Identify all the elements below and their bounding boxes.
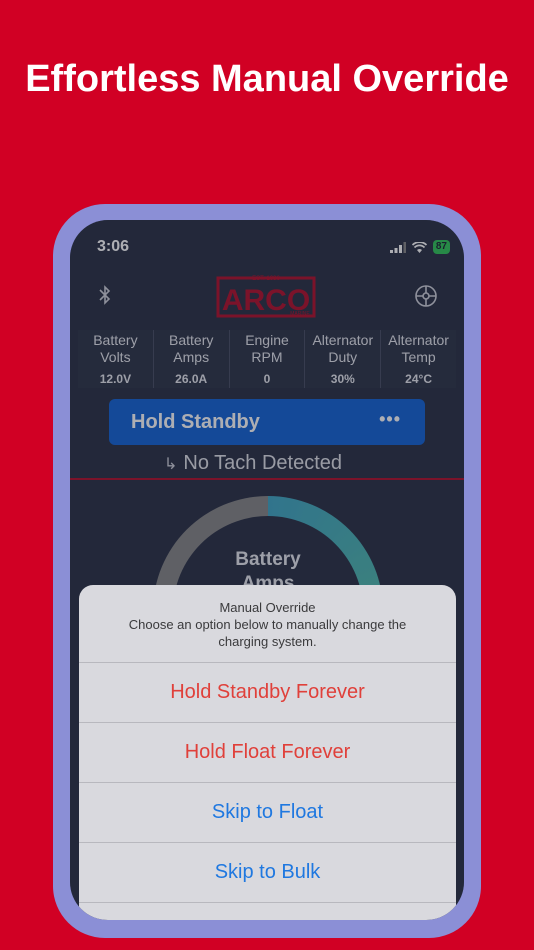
hold-standby-forever-option[interactable]: Hold Standby Forever xyxy=(79,663,456,723)
headline: Effortless Manual Override xyxy=(0,56,534,102)
skip-to-float-option[interactable]: Skip to Float xyxy=(79,783,456,843)
skip-to-bulk-option[interactable]: Skip to Bulk xyxy=(79,843,456,903)
phone-screen: 3:06 87 ARCO EST. 1936 MARINE Battery Vo… xyxy=(70,220,464,920)
hold-float-forever-option[interactable]: Hold Float Forever xyxy=(79,723,456,783)
manual-override-action-sheet: Manual Override Choose an option below t… xyxy=(79,585,456,920)
sheet-message: Choose an option below to manually chang… xyxy=(128,617,407,649)
sheet-header: Manual Override Choose an option below t… xyxy=(79,585,456,663)
sheet-title: Manual Override xyxy=(219,600,316,615)
headline-text: Effortless Manual Override xyxy=(25,58,509,100)
